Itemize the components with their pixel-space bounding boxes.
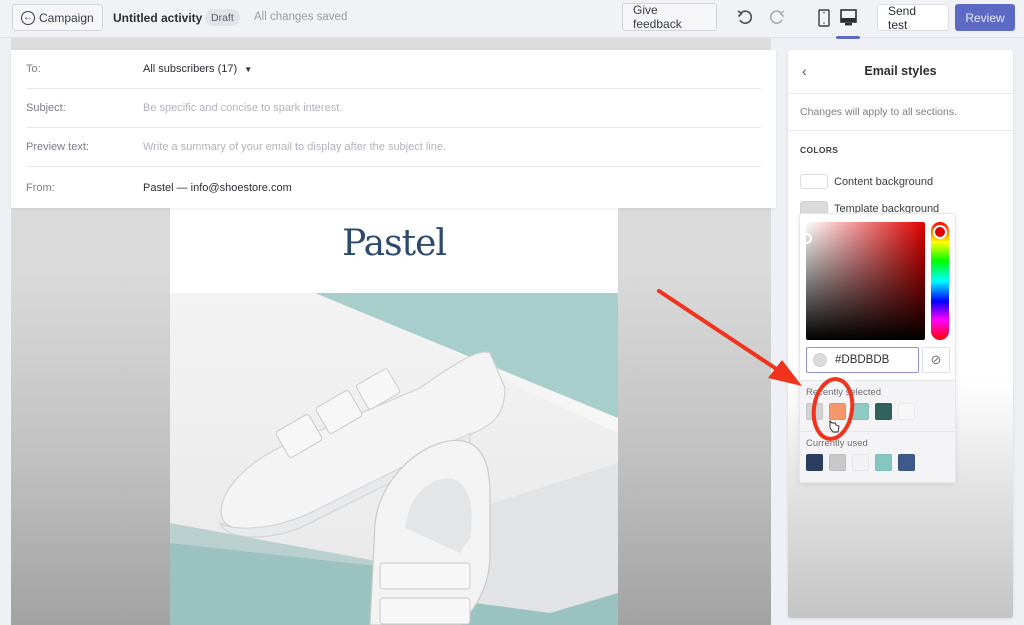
currently-used-swatch-5[interactable] <box>898 454 915 471</box>
activity-title[interactable]: Untitled activity <box>113 11 202 25</box>
recently-selected-swatch-2[interactable] <box>829 403 846 420</box>
desktop-view-icon[interactable] <box>840 9 857 27</box>
recently-selected-section: Recently selected <box>800 380 955 431</box>
mobile-view-icon[interactable] <box>818 9 830 27</box>
recipients-value: All subscribers (17) <box>143 63 238 75</box>
to-label: To: <box>26 63 41 75</box>
recently-selected-swatch-4[interactable] <box>875 403 892 420</box>
saturation-value-area[interactable] <box>801 222 925 340</box>
recently-selected-swatch-3[interactable] <box>852 403 869 420</box>
undo-icon[interactable] <box>736 9 754 27</box>
currently-used-swatch-3[interactable] <box>852 454 869 471</box>
content-background-swatch[interactable] <box>800 174 828 189</box>
panel-note: Changes will apply to all sections. <box>788 94 1013 131</box>
current-color-preview <box>813 353 827 367</box>
currently-used-swatch-2[interactable] <box>829 454 846 471</box>
from-label: From: <box>26 181 55 194</box>
preview-text-label: Preview text: <box>26 141 89 153</box>
brand-logo[interactable]: Pastel <box>170 223 618 264</box>
no-color-icon: ⊘ <box>930 352 942 367</box>
status-badge: Draft <box>205 9 240 26</box>
back-label: Campaign <box>39 10 94 25</box>
currently-used-swatches <box>806 454 915 471</box>
saturation-handle[interactable] <box>801 233 812 244</box>
back-to-campaign-button[interactable]: ← Campaign <box>12 4 103 31</box>
subject-field-row[interactable]: Subject: Be specific and concise to spar… <box>26 89 761 128</box>
to-field-row[interactable]: To: All subscribers (17) ▼ <box>26 50 761 89</box>
send-test-button[interactable]: Send test <box>877 4 949 32</box>
recently-selected-label: Recently selected <box>806 387 881 398</box>
hex-color-input[interactable]: #DBDBDB <box>806 347 919 373</box>
content-background-label: Content background <box>834 175 934 188</box>
color-picker-popover: #DBDBDB ⊘ Recently selected Currently us… <box>799 213 956 483</box>
email-preview[interactable]: Pastel <box>170 205 618 625</box>
active-view-indicator <box>836 36 860 39</box>
hue-handle[interactable] <box>933 225 947 239</box>
clear-color-button[interactable]: ⊘ <box>922 347 950 373</box>
preview-text-input[interactable]: Write a summary of your email to display… <box>143 141 446 153</box>
hue-slider[interactable] <box>931 222 949 340</box>
colors-section-title: COLORS <box>800 145 839 155</box>
currently-used-swatch-4[interactable] <box>875 454 892 471</box>
from-field-row[interactable]: From: Pastel — info@shoestore.com <box>26 168 761 207</box>
from-value[interactable]: Pastel — info@shoestore.com <box>143 182 292 194</box>
recently-selected-swatches <box>806 403 915 420</box>
hex-value: #DBDBDB <box>835 354 890 366</box>
recipients-dropdown[interactable]: All subscribers (17) ▼ <box>143 63 252 75</box>
currently-used-label: Currently used <box>806 438 868 449</box>
panel-title: Email styles <box>864 64 937 78</box>
save-status: All changes saved <box>254 11 348 23</box>
preview-text-field-row[interactable]: Preview text: Write a summary of your em… <box>26 128 761 167</box>
recently-selected-swatch-5[interactable] <box>898 403 915 420</box>
currently-used-section: Currently used <box>800 431 955 482</box>
give-feedback-button[interactable]: Give feedback <box>622 3 717 31</box>
review-button[interactable]: Review <box>955 4 1015 31</box>
back-arrow-icon: ← <box>21 10 35 25</box>
panel-header: ‹ Email styles <box>788 50 1013 94</box>
sneakers-illustration <box>170 293 618 625</box>
email-fields-card: To: All subscribers (17) ▼ Subject: Be s… <box>11 50 776 208</box>
subject-label: Subject: <box>26 102 66 114</box>
content-background-color[interactable]: Content background <box>800 174 933 189</box>
caret-down-icon: ▼ <box>244 65 253 74</box>
redo-icon[interactable] <box>768 9 786 27</box>
top-bar: ← Campaign Untitled activity Draft All c… <box>0 0 1024 39</box>
subject-input[interactable]: Be specific and concise to spark interes… <box>143 102 342 114</box>
currently-used-swatch-1[interactable] <box>806 454 823 471</box>
recently-selected-swatch-1[interactable] <box>806 403 823 420</box>
hero-image[interactable] <box>170 293 618 625</box>
